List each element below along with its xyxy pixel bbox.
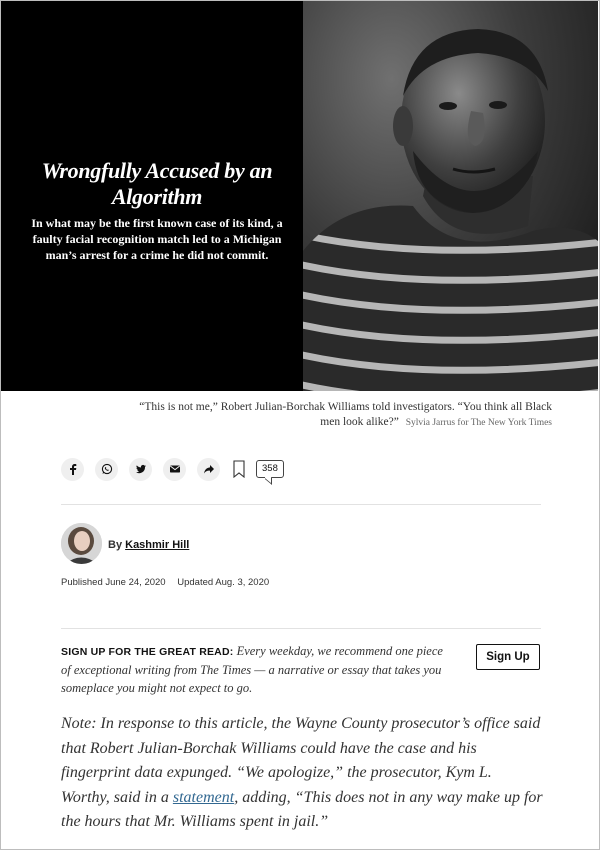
share-icon: [203, 465, 214, 474]
photo-caption: “This is not me,” Robert Julian-Borchak …: [132, 400, 552, 431]
byline-prefix: By: [108, 539, 123, 551]
author-photo: [61, 523, 102, 564]
newsletter-label: SIGN UP FOR THE GREAT READ:: [61, 646, 234, 658]
twitter-share-button[interactable]: [129, 457, 152, 481]
divider: [61, 628, 541, 629]
facebook-icon: [69, 464, 76, 475]
whatsapp-icon: [101, 463, 112, 475]
author-link[interactable]: Kashmir Hill: [125, 539, 189, 551]
save-article-button[interactable]: [231, 458, 247, 480]
comment-count: 358: [262, 463, 278, 474]
facebook-share-button[interactable]: [61, 457, 84, 481]
photo-credit: Sylvia Jarrus for The New York Times: [405, 418, 552, 428]
more-share-button[interactable]: [197, 457, 220, 481]
byline: By Kashmir Hill: [108, 539, 189, 551]
lead-photo: [303, 1, 598, 391]
whatsapp-share-button[interactable]: [95, 457, 118, 481]
author-avatar[interactable]: [61, 523, 102, 564]
headline: Wrongfully Accused by an Algorithm: [41, 158, 273, 209]
share-toolbar: 358: [61, 457, 284, 481]
email-icon: [169, 465, 180, 473]
hero-text-panel: Wrongfully Accused by an Algorithm In wh…: [1, 1, 303, 391]
divider: [61, 504, 541, 505]
article-dates: Published June 24, 2020 Updated Aug. 3, …: [61, 577, 278, 588]
updated-date: Updated Aug. 3, 2020: [177, 577, 270, 588]
hero: Wrongfully Accused by an Algorithm In wh…: [1, 1, 598, 391]
email-share-button[interactable]: [163, 457, 186, 481]
portrait-image: [303, 1, 598, 391]
comments-button[interactable]: 358: [256, 460, 284, 478]
sign-up-button[interactable]: Sign Up: [476, 644, 540, 670]
published-date: Published June 24, 2020: [61, 577, 166, 588]
newsletter-promo: SIGN UP FOR THE GREAT READ: Every weekda…: [61, 642, 453, 697]
twitter-icon: [135, 464, 146, 474]
statement-link[interactable]: statement: [173, 789, 234, 806]
bookmark-icon: [233, 460, 245, 478]
editors-note: Note: In response to this article, the W…: [61, 712, 543, 835]
summary: In what may be the first known case of i…: [31, 216, 283, 262]
